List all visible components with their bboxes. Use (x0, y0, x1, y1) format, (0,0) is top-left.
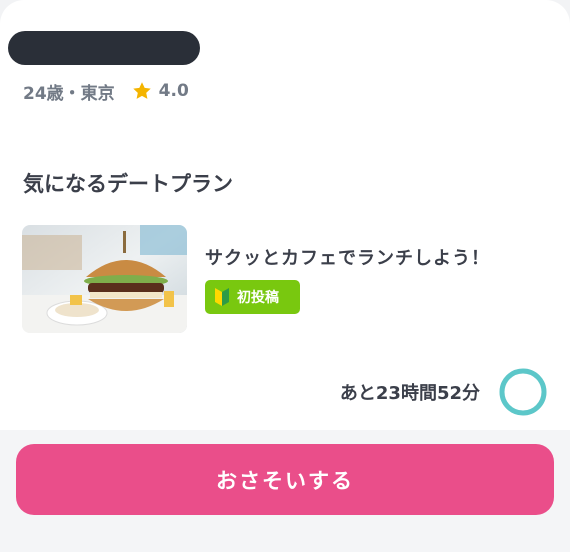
invite-button[interactable]: おさそいする (16, 444, 554, 515)
section-title: 気になるデートプラン (23, 172, 233, 196)
timer-ring-icon (499, 368, 547, 416)
plan-image[interactable] (22, 225, 187, 333)
star-icon (132, 82, 151, 99)
redacted-name (8, 31, 200, 65)
profile-meta: 24歳・東京 4.0 (23, 80, 189, 104)
badge-label: 初投稿 (237, 290, 279, 306)
beginner-mark-icon (215, 288, 229, 306)
burger-photo-icon (22, 225, 187, 333)
plan-card: 24歳・東京 4.0 気になるデートプラン サクッとカフェでランチしよう！ 初投… (0, 0, 570, 430)
timer-text: あと23時間52分 (339, 383, 480, 404)
rating-value: 4.0 (158, 81, 189, 101)
age-location: 24歳・東京 (23, 83, 115, 104)
first-post-badge: 初投稿 (205, 280, 300, 314)
plan-title[interactable]: サクッとカフェでランチしよう！ (205, 244, 490, 270)
